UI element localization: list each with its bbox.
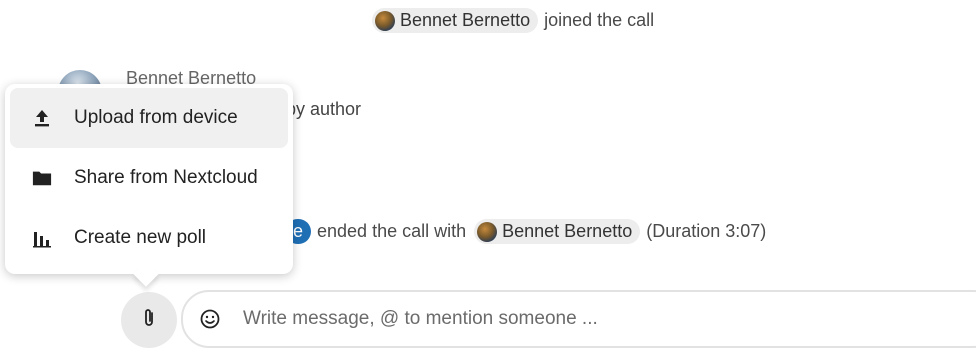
menu-item-upload-from-device[interactable]: Upload from device xyxy=(10,88,288,148)
menu-item-label: Create new poll xyxy=(74,227,207,248)
user-avatar xyxy=(375,10,395,31)
paperclip-icon xyxy=(142,307,156,334)
attach-button[interactable] xyxy=(121,292,177,348)
menu-item-label: Share from Nextcloud xyxy=(74,167,258,188)
upload-icon xyxy=(32,108,52,128)
system-message-text: ended the call with xyxy=(317,221,467,241)
user-mention-name: Bennet Bernetto xyxy=(502,221,633,241)
menu-item-create-new-poll[interactable]: Create new poll xyxy=(10,208,288,268)
folder-icon xyxy=(32,168,52,188)
user-mention[interactable]: Bennet Bernetto xyxy=(372,8,539,33)
system-message-ended: e ended the call with Bennet Bernetto (D… xyxy=(285,219,766,244)
menu-item-share-from-nextcloud[interactable]: Share from Nextcloud xyxy=(10,148,288,208)
call-duration: (Duration 3:07) xyxy=(646,221,767,241)
poll-icon xyxy=(32,228,52,248)
message-composer xyxy=(181,290,976,348)
menu-item-label: Upload from device xyxy=(74,107,238,128)
emoji-icon[interactable] xyxy=(199,308,221,330)
attachment-menu: Upload from device Share from Nextcloud … xyxy=(5,84,293,274)
system-message-joined: Bennet Bernetto joined the call xyxy=(372,8,654,33)
user-mention[interactable]: Bennet Bernetto xyxy=(474,219,641,244)
system-message-text: joined the call xyxy=(544,10,655,30)
user-avatar xyxy=(477,221,498,242)
message-input[interactable] xyxy=(241,307,845,331)
user-mention-name: Bennet Bernetto xyxy=(400,10,531,30)
